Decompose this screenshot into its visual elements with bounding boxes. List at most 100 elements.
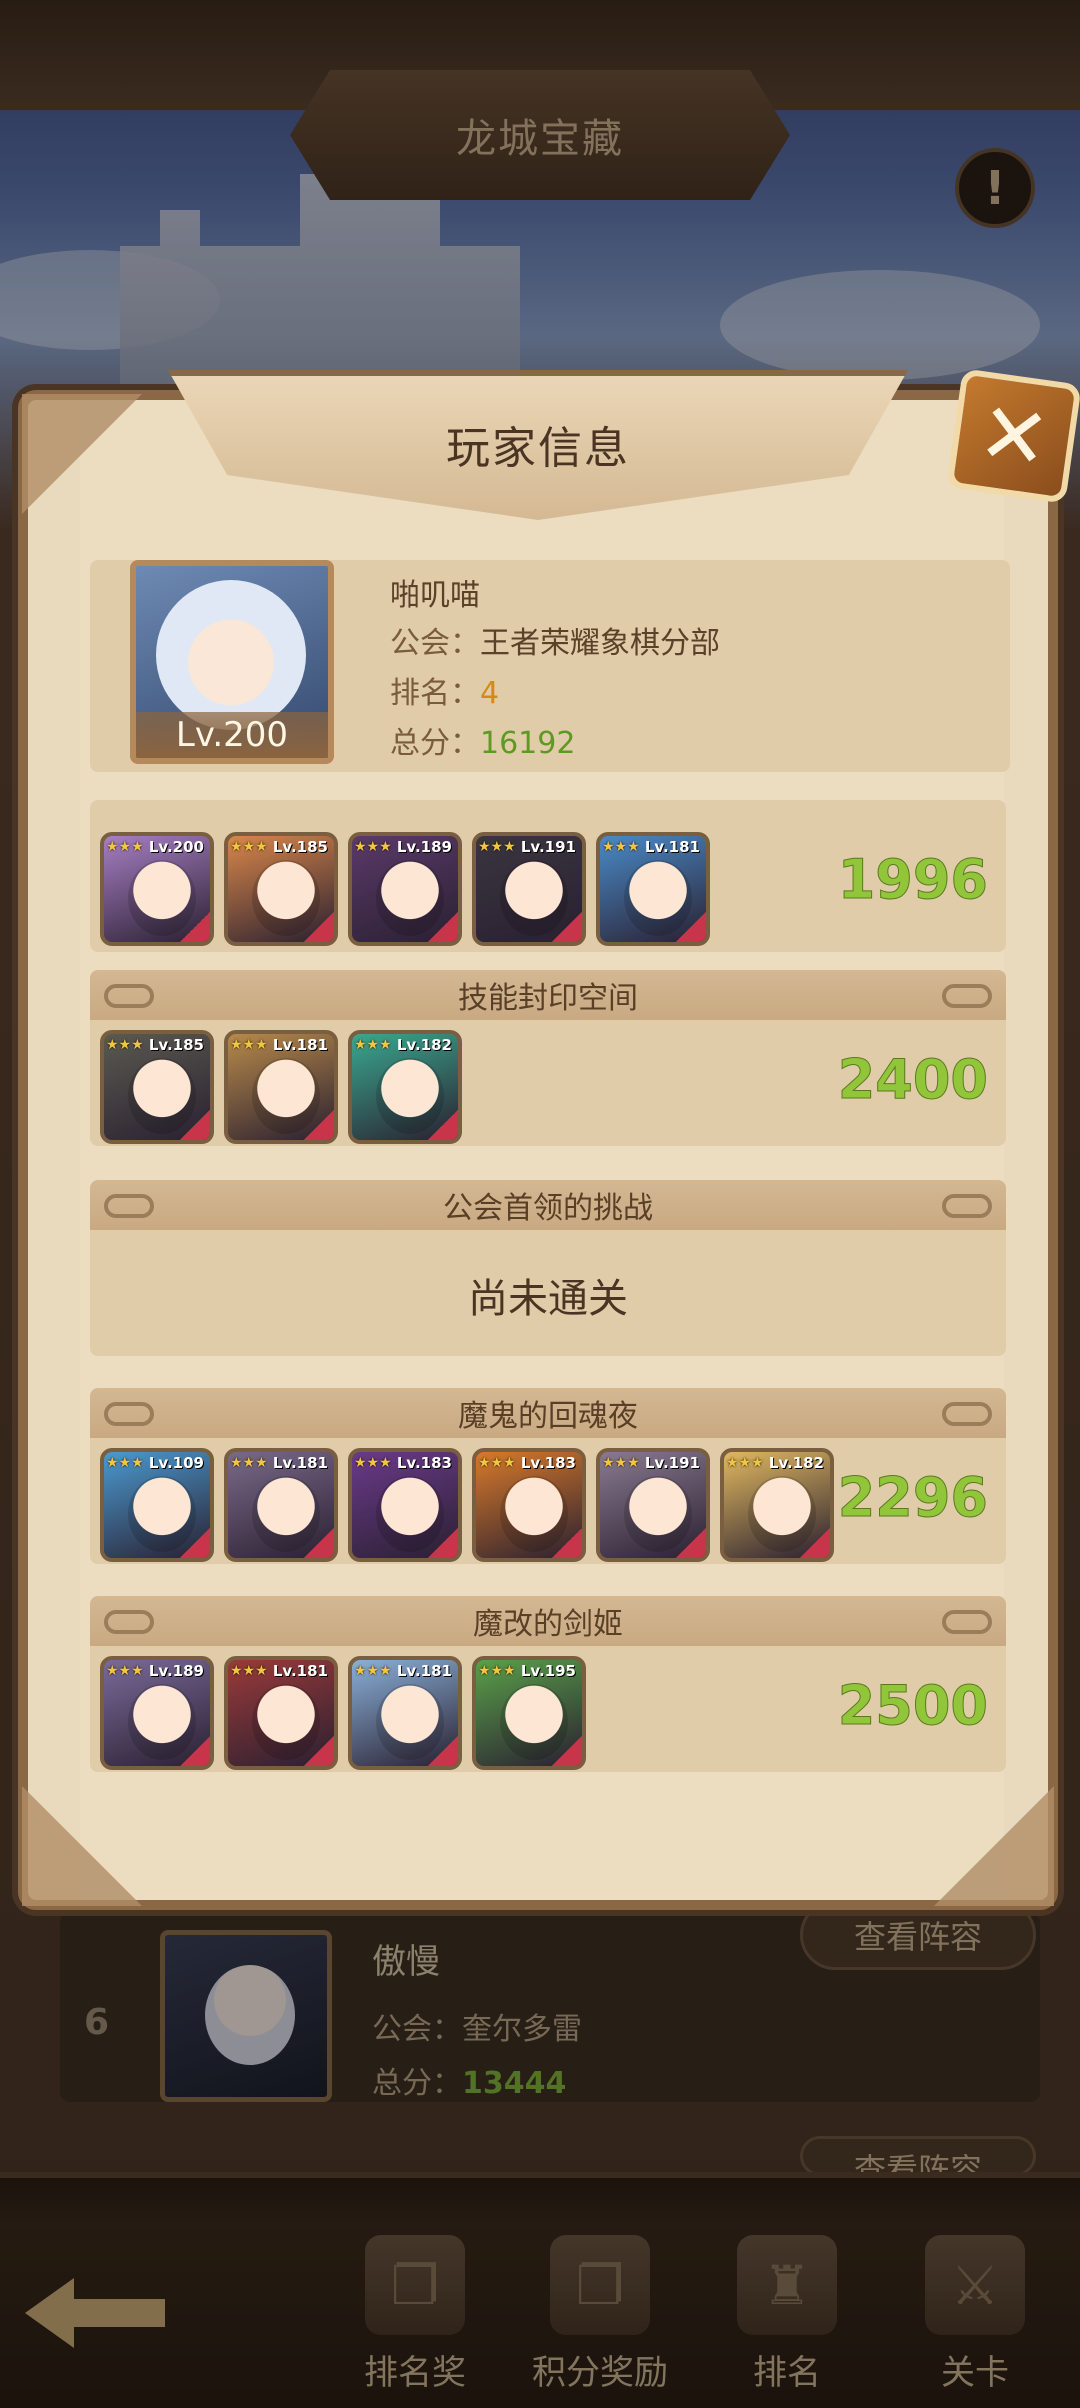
hero-portrait[interactable]: ★★★ Lv.181 [596,832,710,946]
class-tag-icon [428,1110,458,1140]
class-tag-icon [428,1736,458,1766]
section-score: 1996 [837,848,988,912]
section-score: 2400 [837,1048,988,1112]
star-icon: ★★★ [354,1455,392,1471]
class-tag-icon [552,912,582,942]
hero-portrait[interactable]: ★★★ Lv.200 [100,832,214,946]
ornament-icon [104,1610,154,1634]
section-score: 2296 [837,1466,988,1530]
rank-line: 排名：4 [390,668,499,712]
hero-portrait[interactable]: ★★★ Lv.189 [348,832,462,946]
star-icon: ★★★ [478,1663,516,1679]
hero-portrait[interactable]: ★★★ Lv.109 [100,1448,214,1562]
ornament-icon [942,1194,992,1218]
ornament-icon [942,1402,992,1426]
hero-level: Lv.181 [644,838,700,856]
hero-portrait[interactable]: ★★★ Lv.183 [348,1448,462,1562]
hero-level: Lv.189 [396,838,452,856]
class-tag-icon [676,1528,706,1558]
hero-level: Lv.191 [520,838,576,856]
ornament-icon [942,984,992,1008]
rank-value: 4 [480,676,500,711]
hero-level: Lv.183 [396,1454,452,1472]
class-tag-icon [676,912,706,942]
star-icon: ★★★ [106,1663,144,1679]
class-tag-icon [304,912,334,942]
star-icon: ★★★ [478,839,516,855]
hero-portrait[interactable]: ★★★ Lv.182 [720,1448,834,1562]
hero-level: Lv.181 [272,1036,328,1054]
star-icon: ★★★ [106,1037,144,1053]
hero-lineup: ★★★ Lv.189 ★★★ Lv.181 ★★★ Lv.181 ★★★ Lv.195 [100,1656,586,1770]
hero-portrait[interactable]: ★★★ Lv.182 [348,1030,462,1144]
class-tag-icon [552,1528,582,1558]
section-sword-princess: 魔改的剑姬 ★★★ Lv.189 ★★★ Lv.181 ★★★ Lv.181 ★★★ Lv.1… [90,1596,1006,1772]
hero-portrait[interactable]: ★★★ Lv.191 [596,1448,710,1562]
star-icon: ★★★ [230,839,268,855]
avatar: Lv.200 [130,560,334,764]
hero-level: Lv.185 [148,1036,204,1054]
star-icon: ★★★ [230,1037,268,1053]
player-level: Lv.200 [136,712,328,758]
section-header: 魔改的剑姬 [90,1596,1006,1646]
star-icon: ★★★ [602,839,640,855]
section-guild-boss: 公会首领的挑战 尚未通关 [90,1180,1006,1356]
ornament-icon [104,1402,154,1426]
class-tag-icon [552,1736,582,1766]
hero-portrait[interactable]: ★★★ Lv.189 [100,1656,214,1770]
hero-level: Lv.181 [396,1662,452,1680]
class-tag-icon [304,1528,334,1558]
hero-portrait[interactable]: ★★★ Lv.185 [100,1030,214,1144]
score-label: 总分： [390,726,480,761]
star-icon: ★★★ [726,1455,764,1471]
player-info-modal: 玩家信息 ✕ Lv.200 啪叽喵 公会：王者荣耀象棋分部 排名：4 总分：16… [18,368,1080,1910]
guild-label: 公会： [390,626,480,661]
hero-level: Lv.181 [272,1662,328,1680]
star-icon: ★★★ [106,839,144,855]
section-header: 技能封印空间 [90,970,1006,1020]
hero-level: Lv.200 [148,838,204,856]
star-icon: ★★★ [354,839,392,855]
guild-name: 王者荣耀象棋分部 [480,626,720,661]
rank-label: 排名： [390,676,480,711]
guild-line: 公会：王者荣耀象棋分部 [390,618,720,662]
class-tag-icon [180,1736,210,1766]
hero-portrait[interactable]: ★★★ Lv.191 [472,832,586,946]
section-title: 魔改的剑姬 [473,1607,623,1642]
section-title: 魔鬼的回魂夜 [458,1399,638,1434]
hero-portrait[interactable]: ★★★ Lv.185 [224,832,338,946]
section-score: 2500 [837,1674,988,1738]
hero-portrait[interactable]: ★★★ Lv.181 [348,1656,462,1770]
hero-portrait[interactable]: ★★★ Lv.181 [224,1030,338,1144]
star-icon: ★★★ [230,1455,268,1471]
close-icon[interactable]: ✕ [946,368,1080,504]
hero-portrait[interactable]: ★★★ Lv.183 [472,1448,586,1562]
class-tag-icon [800,1528,830,1558]
star-icon: ★★★ [106,1455,144,1471]
star-icon: ★★★ [354,1663,392,1679]
section-arena: ★★★ Lv.200 ★★★ Lv.185 ★★★ Lv.189 ★★★ Lv.191 ★★★ L… [90,800,1006,952]
hero-lineup: ★★★ Lv.109 ★★★ Lv.181 ★★★ Lv.183 ★★★ Lv.183 ★★★ L… [100,1448,834,1562]
class-tag-icon [180,1528,210,1558]
hero-level: Lv.109 [148,1454,204,1472]
star-icon: ★★★ [230,1663,268,1679]
player-name: 啪叽喵 [390,578,480,613]
hero-level: Lv.185 [272,838,328,856]
hero-portrait[interactable]: ★★★ Lv.181 [224,1656,338,1770]
class-tag-icon [304,1110,334,1140]
section-devil-night: 魔鬼的回魂夜 ★★★ Lv.109 ★★★ Lv.181 ★★★ Lv.183 ★★★ Lv.… [90,1388,1006,1564]
hero-portrait[interactable]: ★★★ Lv.181 [224,1448,338,1562]
ornament-icon [942,1610,992,1634]
star-icon: ★★★ [354,1037,392,1053]
hero-lineup: ★★★ Lv.185 ★★★ Lv.181 ★★★ Lv.182 [100,1030,462,1144]
class-tag-icon [428,912,458,942]
modal-title: 玩家信息 [446,423,630,474]
hero-level: Lv.182 [768,1454,824,1472]
total-score: 16192 [480,726,576,761]
hero-level: Lv.181 [272,1454,328,1472]
class-tag-icon [180,1110,210,1140]
class-tag-icon [304,1736,334,1766]
section-title: 技能封印空间 [458,981,638,1016]
score-line: 总分：16192 [390,718,575,762]
hero-portrait[interactable]: ★★★ Lv.195 [472,1656,586,1770]
